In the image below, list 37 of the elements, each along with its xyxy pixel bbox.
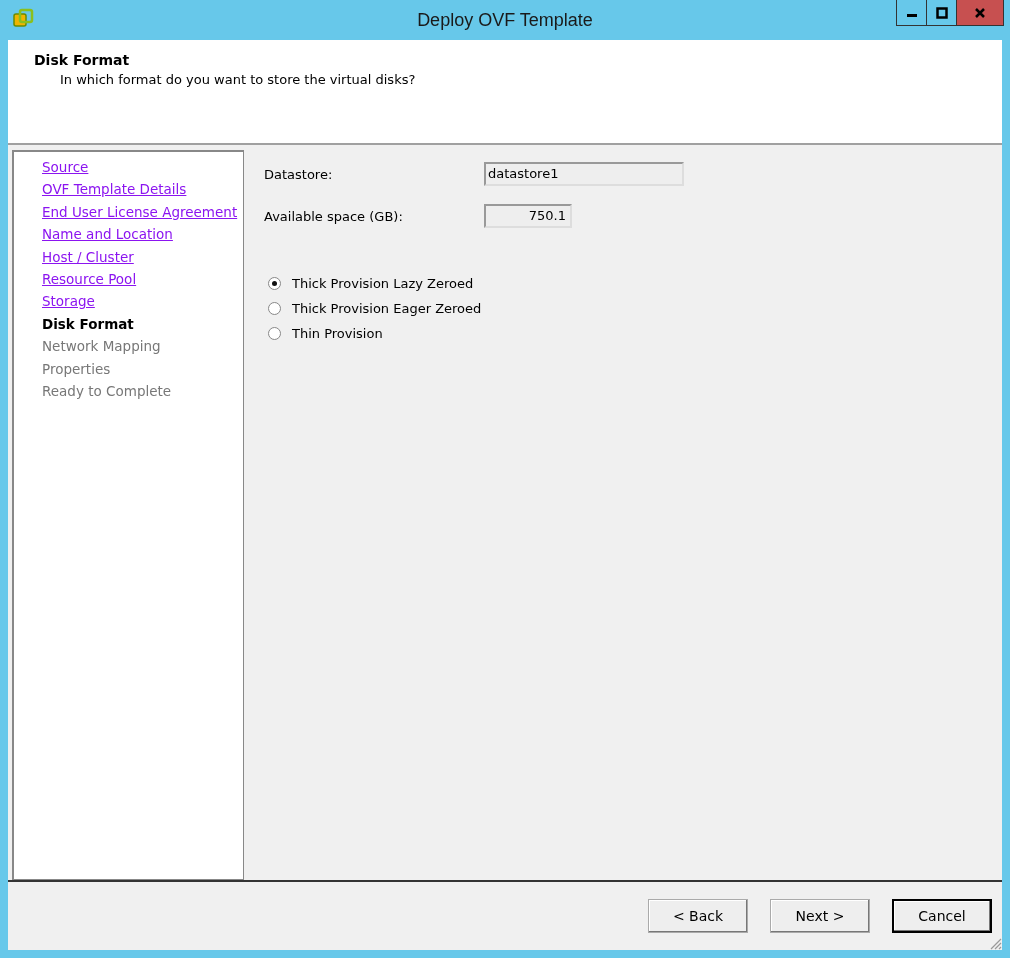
pending-step: Network Mapping	[42, 335, 243, 358]
radio-label: Thin Provision	[292, 326, 383, 341]
minimize-button[interactable]	[896, 0, 927, 26]
step-link[interactable]: Source	[42, 156, 243, 179]
step-link[interactable]: OVF Template Details	[42, 178, 243, 201]
dialog-button[interactable]: Cancel	[892, 899, 992, 933]
step-link[interactable]: Storage	[42, 290, 243, 313]
close-button[interactable]	[956, 0, 1004, 26]
maximize-icon	[935, 6, 948, 19]
radio-option[interactable]: Thin Provision	[268, 326, 1002, 341]
current-step: Disk Format	[42, 312, 243, 336]
minimize-icon	[906, 14, 917, 17]
radio-option[interactable]: Thick Provision Eager Zeroed	[268, 301, 1002, 316]
close-icon	[974, 6, 986, 19]
dialog-button[interactable]: < Back	[648, 899, 748, 933]
readonly-field: datastore1	[484, 162, 684, 186]
field-label: Datastore:	[264, 166, 334, 182]
step-link[interactable]: Resource Pool	[42, 268, 243, 291]
resize-grip-icon	[988, 936, 1002, 950]
field-label: Available space (GB):	[264, 208, 404, 224]
step-link[interactable]: End User License Agreement	[42, 200, 243, 224]
page-description: In which format do you want to store the virtual disks?	[60, 72, 417, 87]
radio-button[interactable]	[268, 302, 281, 315]
radio-label: Thick Provision Eager Zeroed	[292, 301, 482, 316]
step-link[interactable]: Name and Location	[42, 223, 243, 246]
radio-label: Thick Provision Lazy Zeroed	[292, 276, 474, 291]
dialog-button[interactable]: Next >	[770, 899, 870, 933]
page-heading: Disk Format	[34, 52, 131, 68]
app-logo-icon	[12, 8, 34, 30]
radio-button[interactable]	[268, 327, 281, 340]
radio-button[interactable]	[268, 277, 281, 290]
pending-step: Properties	[42, 357, 243, 381]
readonly-field: 750.1	[484, 204, 572, 228]
window-title: Deploy OVF Template	[417, 9, 593, 31]
pending-step: Ready to Complete	[42, 380, 243, 403]
step-link[interactable]: Host / Cluster	[42, 245, 243, 269]
radio-option[interactable]: Thick Provision Lazy Zeroed	[268, 276, 1002, 291]
